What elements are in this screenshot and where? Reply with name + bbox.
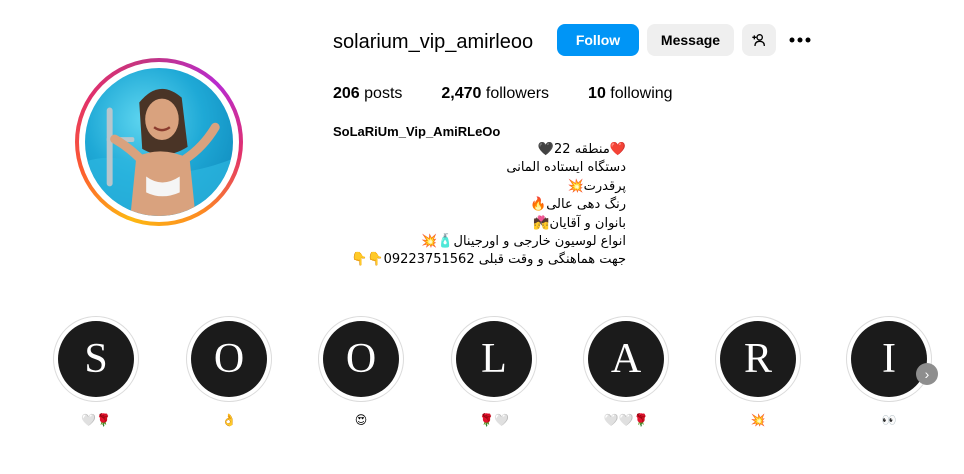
posts-label: posts: [364, 85, 403, 102]
following-count: 10: [588, 85, 606, 102]
followers-label: followers: [485, 85, 550, 102]
avatar-border: [79, 62, 239, 222]
highlight-label: 👌: [221, 413, 237, 427]
profile-username: solarium_vip_amirleoo: [333, 31, 534, 53]
highlight-item[interactable]: A 🤍🤍🌹: [583, 316, 669, 427]
highlights-next-button[interactable]: ›: [916, 363, 938, 385]
chevron-right-icon: ›: [924, 366, 930, 382]
highlight-ring: A: [583, 316, 669, 402]
highlight-ring: O: [186, 316, 272, 402]
follow-button[interactable]: Follow: [557, 24, 639, 56]
profile-full-name: SoLaRiUm_Vip_AmiRLeOo: [333, 124, 501, 139]
highlight-label: 💥: [750, 413, 766, 427]
followers-count: 2,470: [441, 85, 482, 102]
message-button[interactable]: Message: [647, 24, 734, 56]
highlight-ring: I: [846, 316, 932, 402]
highlight-label: 😍: [354, 413, 368, 427]
profile-photo: [85, 68, 233, 216]
following-label: following: [610, 85, 673, 102]
highlight-label: 👀: [881, 413, 897, 427]
highlight-label: 🤍🤍🌹: [603, 413, 649, 427]
highlight-item[interactable]: R 💥: [715, 316, 801, 427]
highlight-label: 🤍🌹: [81, 413, 111, 427]
profile-avatar[interactable]: [75, 58, 243, 226]
following-stat[interactable]: 10 following: [588, 85, 673, 103]
highlight-item[interactable]: O 😍: [318, 316, 404, 427]
highlight-cover: S: [58, 321, 134, 397]
highlight-cover: L: [456, 321, 532, 397]
posts-stat: 206 posts: [333, 85, 402, 103]
highlight-ring: S: [53, 316, 139, 402]
highlight-label: 🌹🤍: [479, 413, 509, 427]
add-user-icon: [752, 34, 765, 47]
posts-count: 206: [333, 85, 360, 102]
followers-stat[interactable]: 2,470 followers: [441, 85, 549, 103]
more-options-icon: [789, 37, 811, 43]
story-highlights: S 🤍🌹 O 👌 O 😍 L 🌹🤍 A 🤍🤍🌹 R 💥 I 👀: [0, 316, 964, 436]
highlight-cover: R: [720, 321, 796, 397]
highlight-cover: O: [323, 321, 399, 397]
highlight-cover: A: [588, 321, 664, 397]
highlight-ring: R: [715, 316, 801, 402]
highlight-item[interactable]: O 👌: [186, 316, 272, 427]
profile-photo-graphic: [85, 88, 233, 216]
highlight-ring: L: [451, 316, 537, 402]
highlight-cover: I: [851, 321, 927, 397]
suggest-accounts-button[interactable]: [742, 24, 776, 56]
profile-bio: ❤️منطقه 22🖤 دستگاه ایستاده المانی پرقدرت…: [351, 142, 626, 268]
highlight-item[interactable]: L 🌹🤍: [451, 316, 537, 427]
highlight-item[interactable]: S 🤍🌹: [53, 316, 139, 427]
highlight-cover: O: [191, 321, 267, 397]
more-options-button[interactable]: [784, 24, 816, 56]
highlight-ring: O: [318, 316, 404, 402]
profile-stats: 206 posts 2,470 followers 10 following: [333, 85, 712, 103]
